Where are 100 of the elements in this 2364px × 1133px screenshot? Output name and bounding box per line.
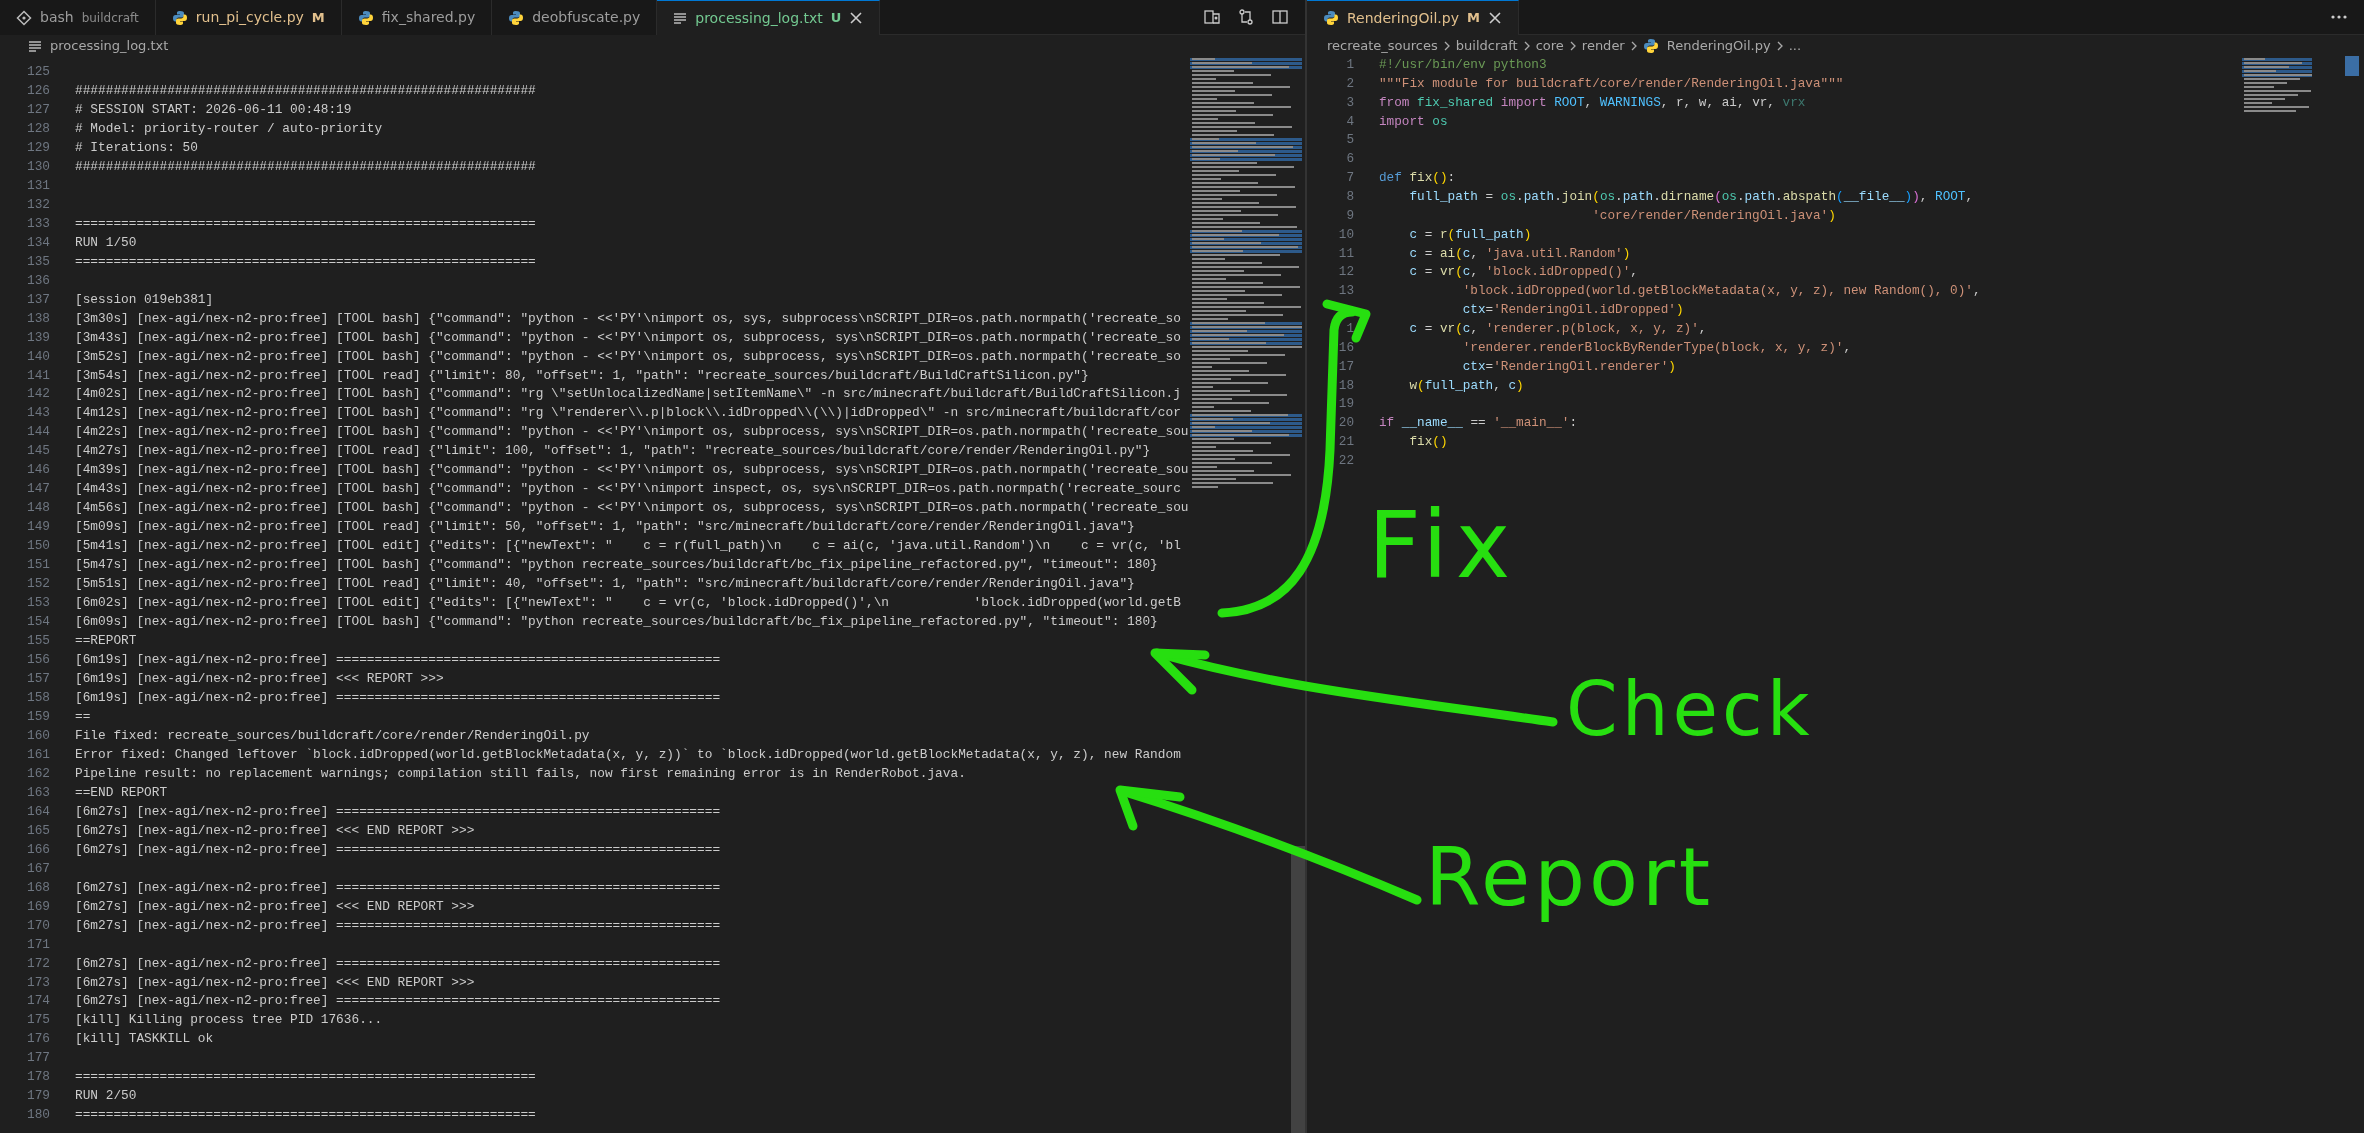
line-number: 173 <box>25 973 50 992</box>
editor-tab[interactable]: fix_shared.py <box>341 0 493 35</box>
file-type-icon <box>357 9 374 26</box>
file-type-icon <box>1642 37 1659 54</box>
scrollbar-thumb[interactable] <box>2345 56 2359 76</box>
log-line: [5m51s] [nex-agi/nex-n2-pro:free] [TOOL read] {"limit": 40, "offset": 1, "path": "src/minecraft/buildcraft/core/render/RenderingOil.java"} <box>75 576 1135 592</box>
breadcrumb-item[interactable]: ... <box>1788 35 1802 56</box>
minimap-drawing[interactable] <box>1190 58 1302 490</box>
log-line: [3m54s] [nex-agi/nex-n2-pro:free] [TOOL read] {"limit": 80, "offset": 1, "path": "recreate_sources/buildcraft/BuildCraftSilicon.py"} <box>75 367 1089 383</box>
file-type-icon <box>1323 10 1339 26</box>
log-line: ############################################################ <box>75 158 536 174</box>
line-number: 21 <box>1337 433 1354 452</box>
log-line: [6m27s] [nex-agi/nex-n2-pro:free] <<< END REPORT >>> <box>75 822 475 838</box>
log-line: [3m43s] [nex-agi/nex-n2-pro:free] [TOOL bash] {"command": "python - <<'PY'\nimport os, subprocess, sys\nSCRIPT_DIR=os.path.normpath('recreate_so <box>75 329 1181 345</box>
log-line: [6m09s] [nex-agi/nex-n2-pro:free] [TOOL bash] {"command": "python recreate_sources/buildcraft/bc_fix_pipeline_refactored.py", "timeout": 180} <box>75 614 1158 630</box>
line-number: 145 <box>25 442 50 461</box>
line-number: 136 <box>25 271 50 290</box>
log-line: [4m27s] [nex-agi/nex-n2-pro:free] [TOOL read] {"limit": 100, "offset": 1, "path": "recreate_sources/buildcraft/core/render/RenderingOil.py"} <box>75 443 1151 459</box>
log-line: [3m52s] [nex-agi/nex-n2-pro:free] [TOOL bash] {"command": "python - <<'PY'\nimport os, subprocess, sys\nSCRIPT_DIR=os.path.normpath('recreate_so <box>75 348 1181 364</box>
close-icon[interactable] <box>849 11 864 25</box>
editor-tab[interactable]: deobfuscate.py <box>492 0 658 35</box>
split-editor-icon[interactable] <box>1271 8 1289 26</box>
breadcrumb-item[interactable]: processing_log.txt <box>50 35 169 56</box>
line-number: 8 <box>1345 188 1354 206</box>
line-number: 139 <box>25 328 50 347</box>
log-line: [6m27s] [nex-agi/nex-n2-pro:free] ================================================== <box>75 879 721 895</box>
line-number: 158 <box>25 688 50 707</box>
line-number: 127 <box>25 100 50 119</box>
line-number: 138 <box>25 309 50 328</box>
compare-icon[interactable] <box>1237 8 1255 26</box>
text-lines-icon <box>673 11 688 25</box>
line-number: 133 <box>25 214 50 233</box>
log-line: [6m19s] [nex-agi/nex-n2-pro:free] ================================================== <box>75 689 721 705</box>
code-line: if __name__ == '__main__': <box>1379 415 1577 431</box>
log-line: [3m30s] [nex-agi/nex-n2-pro:free] [TOOL bash] {"command": "python - <<'PY'\nimport os, sys, subprocess\nSCRIPT_DIR=os.path.normpath('recreate_so <box>75 310 1181 326</box>
log-line: == <box>75 708 91 724</box>
line-number: 163 <box>25 783 50 802</box>
log-line: [6m27s] [nex-agi/nex-n2-pro:free] <<< END REPORT >>> <box>75 898 475 914</box>
editor-tab[interactable]: processing_log.txt U <box>657 0 881 35</box>
line-number: 169 <box>25 897 50 916</box>
line-number: 151 <box>25 556 50 575</box>
log-line: [6m19s] [nex-agi/nex-n2-pro:free] <<< REPORT >>> <box>75 671 444 686</box>
line-number: 16 <box>1337 338 1354 357</box>
log-line: RUN 1/50 <box>75 234 137 250</box>
line-number: 125 <box>25 63 50 81</box>
line-number: 20 <box>1337 414 1354 433</box>
diamond-icon <box>16 9 32 26</box>
line-number: 164 <box>25 802 50 821</box>
log-line: [4m22s] [nex-agi/nex-n2-pro:free] [TOOL bash] {"command": "python - <<'PY'\nimport os, subprocess, sys\nSCRIPT_DIR=os.path.normpath('recreate_sou <box>75 424 1189 440</box>
handwritten-label: Check <box>1566 672 1814 746</box>
line-number: 155 <box>25 632 50 651</box>
code-line: w(full_path, c) <box>1408 377 1524 393</box>
more-icon[interactable] <box>2330 14 2348 20</box>
line-number: 1 <box>1345 56 1354 74</box>
code-line: 'renderer.renderBlockByRenderType(block, x, y, z)', <box>1461 339 1852 355</box>
line-number: 147 <box>25 480 50 499</box>
editor-tab[interactable]: bash buildcraft <box>0 0 156 35</box>
close-icon[interactable] <box>1487 11 1502 25</box>
code-line: fix() <box>1408 434 1448 450</box>
code-line: 'core/render/RenderingOil.java') <box>1591 207 1836 223</box>
line-number: 156 <box>25 651 50 670</box>
line-number: 142 <box>25 385 50 404</box>
scrollbar-thumb[interactable] <box>1291 846 1305 1133</box>
log-line: [5m09s] [nex-agi/nex-n2-pro:free] [TOOL read] {"limit": 50, "offset": 1, "path": "src/minecraft/buildcraft/core/render/RenderingOil.java"} <box>75 519 1135 535</box>
breadcrumb-item[interactable]: RenderingOil.py <box>1666 35 1771 56</box>
line-number: 4 <box>1345 112 1354 131</box>
line-number: 174 <box>25 992 50 1011</box>
code-line: #!/usr/bin/env python3 <box>1379 57 1547 72</box>
line-number: 128 <box>25 119 50 138</box>
breadcrumb-item[interactable]: recreate_sources <box>1327 35 1438 56</box>
open-changes-icon[interactable] <box>1203 8 1221 26</box>
log-line: ==END REPORT <box>75 784 168 800</box>
code-line: ctx='RenderingOil.idDropped') <box>1461 302 1684 318</box>
log-line: # Model: priority-router / auto-priority <box>75 120 383 136</box>
code-line: from fix_shared import ROOT, WARNINGS, r, w, ai, vr, vrx <box>1379 94 1806 110</box>
breadcrumb-item[interactable]: render <box>1581 35 1625 56</box>
breadcrumb-item[interactable]: core <box>1535 35 1564 56</box>
editor-tab[interactable]: run_pi_cycle.py M <box>155 0 342 35</box>
line-number: 18 <box>1337 376 1354 395</box>
line-number: 177 <box>25 1049 50 1068</box>
code-line: c = vr(c, 'renderer.p(block, x, y, z)', <box>1408 321 1707 337</box>
breadcrumb-item[interactable]: buildcraft <box>1455 35 1518 56</box>
log-line: # SESSION START: 2026-06-11 00:48:19 <box>75 101 352 117</box>
line-number: 161 <box>25 745 50 764</box>
code-line: full_path = os.path.join(os.path.dirname(os.path.abspath(__file__)), ROOT, <box>1408 189 1974 204</box>
log-line: Error fixed: Changed leftover `block.idDropped(world.getBlockMetadata(x, y, z))` to `block.idDropped(world.getBlockMetadata(x, y, z), new Random <box>75 746 1181 762</box>
log-line: RUN 2/50 <box>75 1088 137 1104</box>
line-number: 6 <box>1345 150 1354 169</box>
line-number: 148 <box>25 499 50 518</box>
log-line: ============================================================ <box>75 253 536 269</box>
line-number: 12 <box>1337 263 1354 282</box>
text-lines-icon <box>28 38 42 53</box>
line-number: 180 <box>25 1106 50 1125</box>
minimap-drawing[interactable] <box>2242 58 2312 114</box>
log-line: [6m02s] [nex-agi/nex-n2-pro:free] [TOOL edit] {"edits": [{"newText": " c = vr(c, 'block.idDropped()',\n 'block.idDropped(world.getB <box>75 595 1181 611</box>
editor-tab[interactable]: RenderingOil.py M <box>1307 0 1519 35</box>
log-line: [4m43s] [nex-agi/nex-n2-pro:free] [TOOL bash] {"command": "python - <<'PY'\nimport inspect, os, sys\nSCRIPT_DIR=os.path.normpath('recreate_sourc <box>75 481 1181 497</box>
handwritten-label: Fix <box>1368 500 1519 592</box>
file-type-icon <box>171 9 188 26</box>
line-number: 176 <box>25 1030 50 1049</box>
